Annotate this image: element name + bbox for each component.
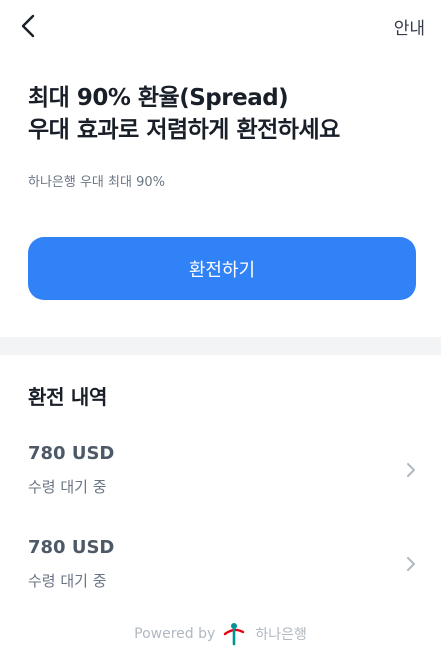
info-link[interactable]: 안내 (394, 14, 425, 39)
page-title: 최대 90% 환율(Spread) 우대 효과로 저렴하게 환전하세요 (28, 82, 428, 146)
chevron-right-icon (407, 557, 415, 571)
history-amount: 780 USD (28, 537, 115, 558)
history-item[interactable]: 780 USD 수령 대기 중 (0, 537, 441, 619)
exchange-button[interactable]: 환전하기 (28, 237, 416, 300)
chevron-left-icon (21, 14, 35, 38)
history-status: 수령 대기 중 (28, 478, 107, 496)
chevron-right-icon (407, 463, 415, 477)
powered-by-text: Powered by (134, 626, 216, 642)
history-status: 수령 대기 중 (28, 572, 107, 590)
back-button[interactable] (14, 10, 42, 42)
top-nav-bar: 안내 (0, 0, 441, 54)
powered-by-footer: Powered by 하나은행 (0, 620, 441, 648)
history-section-title: 환전 내역 (28, 385, 108, 409)
page-title-line-2: 우대 효과로 저렴하게 환전하세요 (28, 117, 340, 143)
page-title-line-1: 최대 90% 환율(Spread) (28, 85, 289, 111)
history-amount: 780 USD (28, 443, 115, 464)
exchange-button-label: 환전하기 (188, 259, 256, 281)
hana-bank-logo-icon (223, 622, 245, 646)
section-divider (0, 337, 441, 355)
history-item[interactable]: 780 USD 수령 대기 중 (0, 443, 441, 525)
exchange-screen: 안내 최대 90% 환율(Spread) 우대 효과로 저렴하게 환전하세요 하… (0, 0, 441, 663)
page-subtitle: 하나은행 우대 최대 90% (28, 175, 165, 190)
bank-name: 하나은행 (255, 627, 307, 643)
